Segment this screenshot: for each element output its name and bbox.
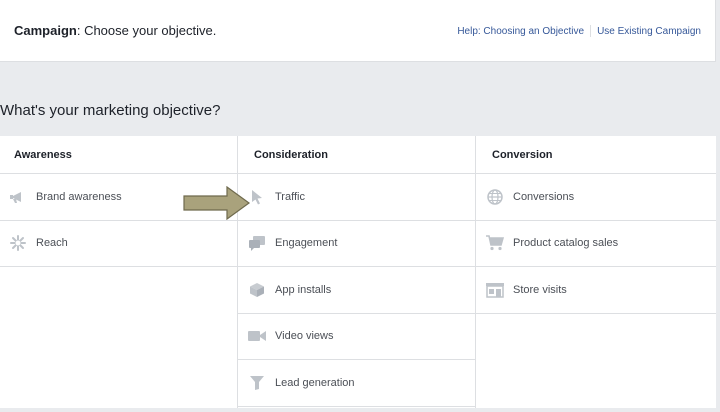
objective-grid: Awareness Brand awareness Reach Consider… [0,136,716,408]
pointer-arrow-annotation [183,185,251,225]
objective-video-views[interactable]: Video views [238,314,475,360]
objective-lead-generation[interactable]: Lead generation [238,360,475,407]
box-icon [248,281,266,299]
objective-reach[interactable]: Reach [0,221,237,267]
use-existing-campaign-link[interactable]: Use Existing Campaign [597,26,701,37]
consideration-heading: Consideration [238,136,475,174]
conversion-column: Conversion Conversions Product catalog s… [476,136,716,408]
starburst-icon [9,234,27,252]
page-title: Campaign: Choose your objective. [14,23,216,38]
objective-label: Video views [275,330,334,343]
objective-question: What's your marketing objective? [0,102,221,119]
globe-icon [486,188,504,206]
funnel-icon [248,374,266,392]
objective-store-visits[interactable]: Store visits [476,267,716,314]
header-links: Help: Choosing an Objective Use Existing… [457,25,701,37]
video-camera-icon [248,327,266,345]
objective-label: Conversions [513,190,575,203]
link-divider [590,25,592,37]
shopping-cart-icon [486,234,504,252]
storefront-icon [486,281,504,299]
page-title-bold: Campaign [14,23,77,38]
conversion-heading: Conversion [476,136,716,174]
objective-label: Brand awareness [36,190,122,203]
objective-app-installs[interactable]: App installs [238,267,475,314]
objective-label: Store visits [513,283,567,296]
objective-engagement[interactable]: Engagement [238,221,475,267]
chat-bubbles-icon [248,234,266,252]
consideration-column: Consideration Traffic Engagement App ins… [238,136,476,408]
page-title-rest: : Choose your objective. [76,23,217,38]
objective-label: Engagement [275,237,338,250]
page-header: Campaign: Choose your objective. Help: C… [0,0,716,62]
awareness-column: Awareness Brand awareness Reach [0,136,238,408]
objective-label: App installs [275,283,332,296]
objective-label: Product catalog sales [513,237,619,250]
awareness-heading: Awareness [0,136,237,174]
megaphone-icon [9,188,27,206]
objective-conversions[interactable]: Conversions [476,174,716,221]
objective-product-catalog-sales[interactable]: Product catalog sales [476,221,716,267]
help-choosing-objective-link[interactable]: Help: Choosing an Objective [457,26,584,37]
objective-label: Lead generation [275,376,355,389]
objective-label: Reach [36,237,68,250]
objective-label: Traffic [275,190,305,203]
objective-traffic[interactable]: Traffic [238,174,475,221]
